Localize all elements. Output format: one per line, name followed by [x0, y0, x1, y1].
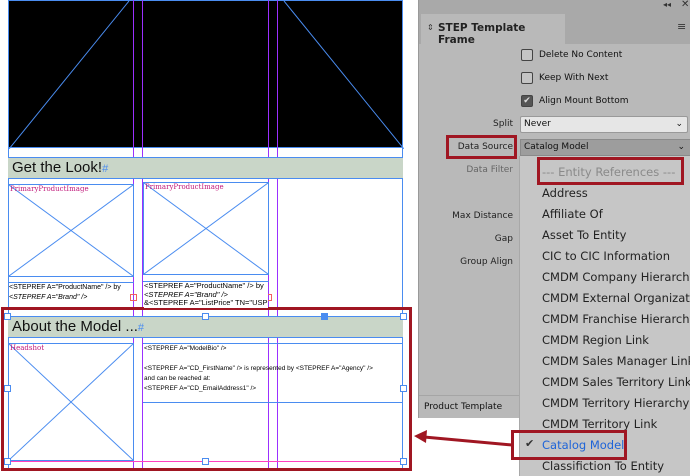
image-frame-black[interactable] — [8, 0, 404, 149]
placeholder-x-icon — [9, 1, 404, 149]
sort-arrows-icon: ⇕ — [427, 23, 434, 32]
data-filter-label: Data Filter — [466, 165, 513, 175]
split-label: Split — [493, 119, 513, 129]
dropdown-item[interactable]: Classifiction To Entity — [542, 459, 664, 473]
group-align-label: Group Align — [460, 257, 513, 267]
dropdown-item[interactable]: Asset To Entity — [542, 228, 626, 242]
delete-no-content-checkbox[interactable] — [521, 49, 533, 61]
tab-step-template-frame[interactable]: ⇕ STEP Template Frame — [421, 14, 565, 46]
image-frame[interactable]: PrimaryProductImage — [8, 184, 134, 277]
checkbox-label: Align Mount Bottom — [539, 96, 629, 106]
dropdown-item[interactable]: CMDM Sales Territory Link — [542, 375, 690, 389]
footer-label: Product Template — [424, 402, 503, 412]
dropdown-item[interactable]: Address — [542, 186, 588, 200]
close-icon[interactable]: ✕ — [681, 0, 689, 10]
placeholder-x-icon — [9, 185, 133, 276]
arrow-icon — [414, 430, 513, 447]
checkbox-label: Keep With Next — [539, 73, 609, 83]
chevron-down-icon: ⌄ — [677, 142, 685, 152]
dropdown-item[interactable]: CMDM Company Hierarchy — [542, 270, 690, 284]
section-heading-get-the-look[interactable]: Get the Look!# — [8, 157, 403, 179]
text-line: &<STEPREF A="ListPrice" TN="USPric — [144, 298, 268, 307]
gap-label: Gap — [494, 234, 513, 244]
image-label: PrimaryProductImage — [145, 183, 224, 191]
highlight-box — [1, 307, 412, 471]
dropdown-item[interactable]: CMDM Territory Hierarchy Link — [542, 396, 690, 410]
overset-icon[interactable] — [130, 294, 137, 301]
dropdown-item[interactable]: Affiliate Of — [542, 207, 603, 221]
image-label: PrimaryProductImage — [10, 185, 89, 193]
placeholder-x-icon — [144, 183, 268, 274]
highlight-box — [446, 135, 517, 159]
select-value: Never — [524, 119, 551, 129]
heading-text: Get the Look! — [12, 159, 103, 176]
dropdown-item[interactable]: CMDM External Organization — [542, 291, 690, 305]
text-frame[interactable]: <STEPREF A="ProductName" /> by <STEPREF … — [9, 283, 133, 303]
dropdown-item[interactable]: CMDM Region Link — [542, 333, 649, 347]
split-select[interactable]: Never ⌄ — [520, 116, 688, 133]
panel-top-bar: ◂◂ ✕ — [419, 0, 690, 14]
keep-with-next-checkbox[interactable] — [521, 72, 533, 84]
text-line: <STEPREF A="ProductName" /> by — [9, 284, 121, 291]
select-value: Catalog Model — [524, 142, 589, 152]
highlight-box — [511, 430, 627, 460]
dropdown-item[interactable]: CMDM Franchise Hierarchy — [542, 312, 690, 326]
panel-menu-icon[interactable]: ≡ — [677, 20, 686, 33]
end-of-story-icon: # — [102, 163, 109, 175]
collapse-icon[interactable]: ◂◂ — [663, 0, 671, 9]
align-mount-bottom-checkbox[interactable]: ✔ — [521, 95, 533, 107]
checkbox-label: Delete No Content — [539, 50, 623, 60]
data-source-select[interactable]: Catalog Model ⌄ — [520, 139, 690, 156]
dropdown-item[interactable]: CMDM Territory Link — [542, 417, 657, 431]
dropdown-item[interactable]: CIC to CIC Information — [542, 249, 670, 263]
text-line: <STEPREF A="Brand" /> — [9, 294, 88, 301]
text-frame[interactable]: <STEPREF A="ProductName" /> by <STEPREF … — [144, 282, 268, 308]
max-distance-label: Max Distance — [452, 211, 513, 221]
dropdown-item[interactable]: CMDM Sales Manager Link — [542, 354, 690, 368]
highlight-box — [537, 157, 684, 185]
chevron-down-icon: ⌄ — [675, 119, 683, 129]
image-frame[interactable]: PrimaryProductImage — [143, 182, 269, 275]
data-source-dropdown-list: --- Entity References --- Address Affili… — [519, 156, 690, 476]
panel-title: STEP Template Frame — [438, 22, 526, 46]
